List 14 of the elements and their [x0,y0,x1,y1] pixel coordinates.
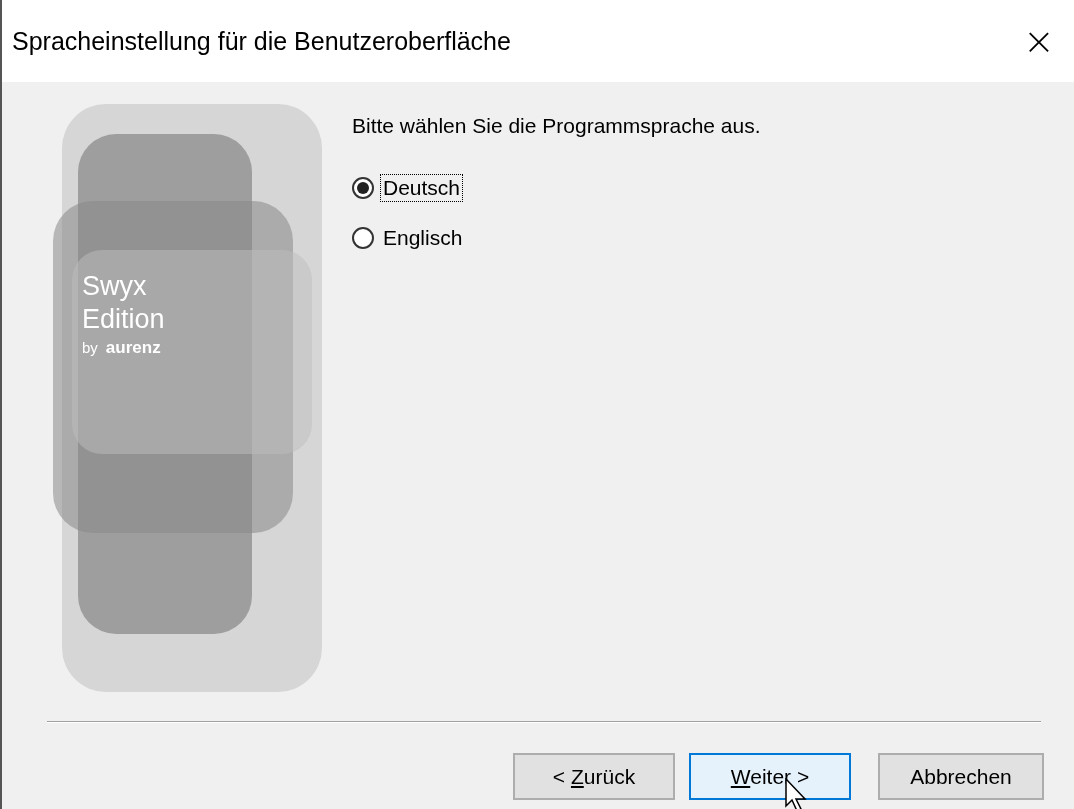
radio-label[interactable]: Deutsch [380,174,464,202]
radio-label[interactable]: Englisch [380,224,466,252]
window-title: Spracheinstellung für die Benutzeroberfläche [12,26,511,56]
back-button[interactable]: < Zurück [513,753,675,800]
logo-text: Swyx [82,270,148,303]
logo-byline: by [82,339,98,356]
logo-text: Edition [82,303,165,336]
next-button[interactable]: Weiter > [689,753,851,800]
radio-button[interactable] [352,227,374,249]
prompt-text: Bitte wählen Sie die Programmsprache aus. [352,114,761,138]
close-button[interactable]: × [1004,0,1074,82]
logo-brand: aurenz [105,338,161,358]
radio-button[interactable] [352,177,374,199]
cancel-button[interactable]: Abbrechen [878,753,1044,800]
